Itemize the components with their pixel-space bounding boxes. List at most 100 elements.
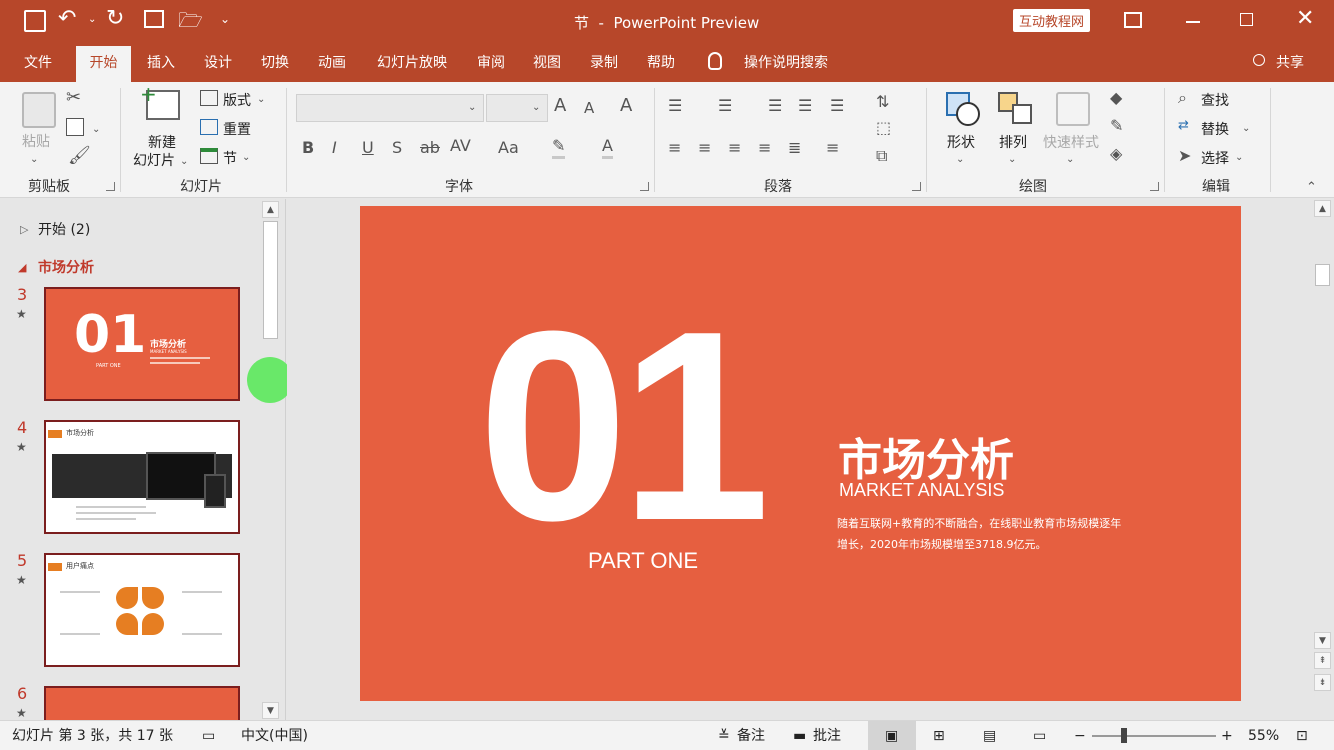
tab-record[interactable]: 录制 xyxy=(581,44,627,82)
shapes-dropdown-icon[interactable]: ⌄ xyxy=(956,150,964,170)
font-color-icon[interactable]: A xyxy=(602,136,613,159)
layout-button[interactable]: 版式 xyxy=(223,90,251,110)
shapes-button[interactable]: 形状 xyxy=(947,132,975,152)
bullets-icon[interactable]: ☰ xyxy=(668,96,682,116)
customize-toolbar-icon[interactable]: ⌄ xyxy=(220,12,230,26)
columns-icon[interactable]: ≡ xyxy=(826,138,839,158)
previous-slide-icon[interactable]: ⇞ xyxy=(1314,652,1331,669)
tab-home[interactable]: 开始 xyxy=(76,46,131,82)
select-cursor-icon[interactable]: ➤ xyxy=(1178,146,1191,166)
slide-body-line-1[interactable]: 随着互联网+教育的不断融合，在线职业教育市场规模逐年 xyxy=(837,515,1121,531)
font-name-dropdown-icon[interactable]: ⌄ xyxy=(468,98,476,118)
format-painter-icon[interactable]: 🖌 xyxy=(68,146,91,166)
title-badge[interactable]: 互动教程网 xyxy=(1013,9,1091,32)
font-size-dropdown-icon[interactable]: ⌄ xyxy=(532,98,540,118)
zoom-out-icon[interactable]: − xyxy=(1074,721,1086,750)
section-dropdown-icon[interactable]: ⌄ xyxy=(242,148,250,168)
slide-part-label[interactable]: PART ONE xyxy=(588,548,698,574)
highlight-icon[interactable]: ✎ xyxy=(552,136,566,159)
text-direction-icon[interactable]: ⇅ xyxy=(876,92,889,112)
new-slide-label-2[interactable]: 幻灯片 xyxy=(133,150,175,170)
copy-icon[interactable] xyxy=(66,118,84,136)
clear-formatting-icon[interactable]: A xyxy=(620,96,632,116)
reset-icon[interactable] xyxy=(200,119,218,135)
decrease-font-icon[interactable]: A xyxy=(584,98,594,118)
slide-thumbnail-6[interactable] xyxy=(44,686,240,720)
character-spacing-icon[interactable]: AV xyxy=(450,136,471,156)
shape-outline-icon[interactable]: ✎ xyxy=(1110,116,1123,136)
slideshow-view-icon[interactable]: ▭ xyxy=(1033,721,1046,750)
section-market-header[interactable]: 市场分析 xyxy=(38,257,94,277)
replace-dropdown-icon[interactable]: ⌄ xyxy=(1242,119,1250,139)
tell-me-search[interactable]: 操作说明搜索 xyxy=(738,44,834,82)
section-button[interactable]: 节 xyxy=(223,148,237,168)
undo-icon[interactable]: ↶ xyxy=(58,6,76,31)
shadow-icon[interactable]: S xyxy=(392,138,402,158)
section-collapse-icon[interactable]: ◢ xyxy=(18,261,26,274)
replace-icon[interactable]: ⇄ xyxy=(1178,116,1189,136)
shape-fill-icon[interactable]: ◆ xyxy=(1110,88,1122,108)
slide-subtitle[interactable]: MARKET ANALYSIS xyxy=(839,480,1004,501)
tab-insert[interactable]: 插入 xyxy=(138,44,184,82)
align-center-icon[interactable]: ≡ xyxy=(698,138,711,158)
reset-button[interactable]: 重置 xyxy=(223,119,251,139)
open-folder-icon[interactable]: 🗁 xyxy=(178,6,203,40)
tab-design[interactable]: 设计 xyxy=(195,44,241,82)
drawing-launcher-icon[interactable] xyxy=(1150,182,1159,191)
shape-effects-icon[interactable]: ◈ xyxy=(1110,144,1122,164)
thumbnail-scrollbar[interactable]: ▲ ▼ xyxy=(262,201,279,719)
smartart-icon[interactable]: ⧉ xyxy=(876,146,887,166)
notes-icon[interactable]: ≚ xyxy=(718,721,730,750)
justify-icon[interactable]: ≡ xyxy=(758,138,771,158)
decrease-indent-icon[interactable]: ☰ xyxy=(768,96,782,116)
section-start-header[interactable]: 开始 (2) xyxy=(38,219,90,239)
slide-big-number[interactable]: 01 xyxy=(478,292,770,562)
align-left-icon[interactable]: ≡ xyxy=(668,138,681,158)
ribbon-display-options-icon[interactable] xyxy=(1124,12,1142,28)
layout-icon[interactable] xyxy=(200,90,218,106)
arrange-dropdown-icon[interactable]: ⌄ xyxy=(1008,150,1016,170)
next-slide-icon[interactable]: ⇟ xyxy=(1314,674,1331,691)
change-case-icon[interactable]: Aa xyxy=(498,138,519,158)
save-icon[interactable] xyxy=(24,10,46,32)
replace-button[interactable]: 替换 xyxy=(1201,119,1229,139)
slide-scrollbar[interactable]: ▲ ▼ ⇞ ⇟ xyxy=(1314,200,1331,720)
paste-dropdown-icon[interactable]: ⌄ xyxy=(30,150,38,170)
collapse-ribbon-icon[interactable]: ⌃ xyxy=(1306,178,1317,198)
share-person-icon[interactable] xyxy=(1253,54,1265,66)
slide-sorter-icon[interactable]: ⊞ xyxy=(933,721,945,750)
find-icon[interactable]: ⌕ xyxy=(1178,88,1187,108)
scroll-thumb[interactable] xyxy=(1315,264,1330,286)
slide-body-line-2[interactable]: 增长，2020年市场规模增至3718.9亿元。 xyxy=(837,536,1046,552)
new-slide-label-1[interactable]: 新建 xyxy=(148,132,176,152)
zoom-slider-handle[interactable] xyxy=(1121,728,1127,743)
slide-thumbnail-5[interactable]: 用户痛点 xyxy=(44,553,240,667)
redo-icon[interactable]: ↻ xyxy=(106,6,124,31)
maximize-icon[interactable] xyxy=(1240,13,1253,26)
reading-view-icon[interactable]: ▤ xyxy=(983,721,996,750)
fit-to-window-icon[interactable]: ⊡ xyxy=(1296,721,1308,750)
zoom-slider[interactable] xyxy=(1092,735,1216,737)
line-spacing-icon[interactable]: ☰ xyxy=(830,96,844,116)
tab-review[interactable]: 审阅 xyxy=(468,44,514,82)
italic-icon[interactable]: I xyxy=(332,138,337,158)
spellcheck-icon[interactable]: ▭ xyxy=(202,721,215,750)
clipboard-launcher-icon[interactable] xyxy=(106,182,115,191)
increase-font-icon[interactable]: A xyxy=(554,96,566,116)
language-indicator[interactable]: 中文(中国) xyxy=(241,721,308,750)
scroll-down-icon[interactable]: ▼ xyxy=(1314,632,1331,649)
close-icon[interactable]: ✕ xyxy=(1296,6,1314,31)
comments-button[interactable]: 批注 xyxy=(813,721,841,750)
slide-thumbnail-4[interactable]: 市场分析 xyxy=(44,420,240,534)
align-text-icon[interactable]: ⬚ xyxy=(876,118,891,138)
underline-icon[interactable]: U xyxy=(362,138,374,158)
tab-slideshow[interactable]: 幻灯片放映 xyxy=(366,44,458,82)
font-launcher-icon[interactable] xyxy=(640,182,649,191)
minimize-icon[interactable] xyxy=(1186,21,1200,23)
paste-label[interactable]: 粘贴 xyxy=(22,131,50,151)
scroll-thumb[interactable] xyxy=(263,221,278,339)
numbering-icon[interactable]: ☰ xyxy=(718,96,732,116)
present-icon[interactable] xyxy=(144,10,164,28)
section-icon[interactable] xyxy=(200,148,218,164)
quick-styles-dropdown-icon[interactable]: ⌄ xyxy=(1066,150,1074,170)
